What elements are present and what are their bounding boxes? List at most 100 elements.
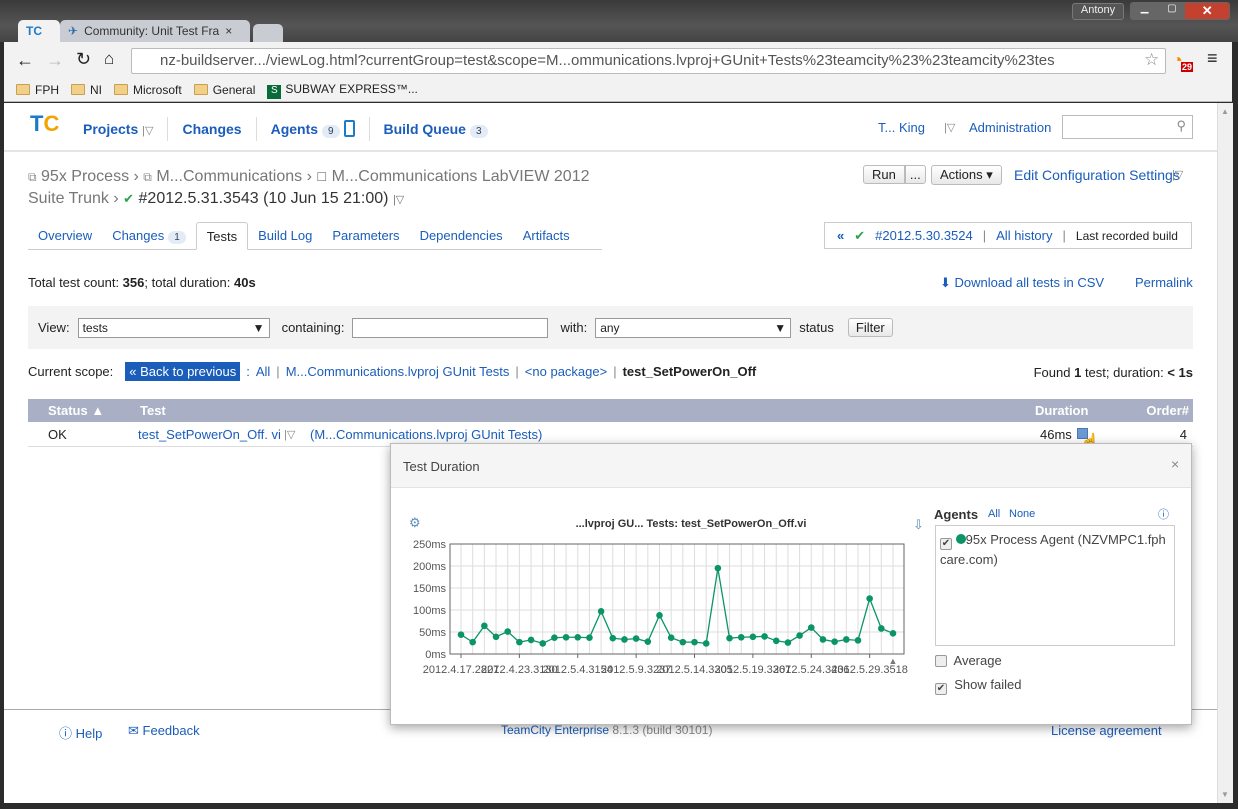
teamcity-logo[interactable]: TC (30, 111, 59, 137)
all-history-link[interactable]: All history (996, 228, 1052, 243)
scope-package-link[interactable]: <no package> (525, 364, 607, 379)
chevron-down-icon[interactable]: |▽ (1172, 168, 1183, 181)
license-link[interactable]: License agreement (1051, 723, 1162, 738)
reload-icon[interactable]: ↻ (76, 49, 91, 70)
tab-dependencies[interactable]: Dependencies (410, 222, 513, 249)
rss-icon[interactable]: ◔ 29 (1172, 50, 1194, 72)
product-link[interactable]: TeamCity Enterprise (501, 723, 609, 737)
column-test[interactable]: Test (140, 403, 166, 418)
run-options-button[interactable]: ... (904, 165, 926, 184)
help-link[interactable]: ⓘ Help (59, 723, 102, 742)
average-option[interactable]: Average (935, 653, 1002, 668)
bookmark-star-icon[interactable]: ☆ (1144, 50, 1159, 70)
address-bar[interactable]: nz-buildserver.../viewLog.html?currentGr… (131, 48, 1166, 74)
page-scrollbar[interactable]: ▲ ▼ (1217, 103, 1233, 803)
ni-favicon: ✈ (68, 24, 79, 38)
home-icon[interactable]: ⌂ (104, 49, 114, 69)
test-duration: 46ms (1040, 427, 1072, 442)
browser-tab-community[interactable]: ✈ Community: Unit Test Fra × (60, 20, 250, 42)
help-icon[interactable]: ⓘ (1158, 506, 1169, 522)
administration-link[interactable]: Administration (969, 120, 1051, 135)
bookmark-subway[interactable]: S SUBWAY EXPRESS™... (267, 82, 418, 99)
breadcrumb-config-cont[interactable]: Suite Trunk (28, 190, 109, 207)
data-point (539, 640, 547, 647)
average-checkbox[interactable] (935, 655, 947, 667)
url-text: nz-buildserver.../viewLog.html?currentGr… (160, 52, 1055, 69)
status-select[interactable]: any ▼ (595, 317, 792, 338)
tab-tests[interactable]: Tests (195, 222, 249, 250)
nav-changes[interactable]: Changes (182, 121, 241, 137)
containing-input[interactable] (352, 317, 549, 338)
breadcrumb: ⧉ 95x Process › ⧉ M...Communications › ☐… (28, 168, 590, 207)
bookmark-general[interactable]: General (193, 83, 255, 97)
previous-build-link[interactable]: #2012.5.30.3524 (875, 228, 973, 243)
minimize-button[interactable]: ▁ (1131, 3, 1159, 19)
show-failed-checkbox[interactable]: ✔ (935, 683, 947, 695)
profile-button[interactable]: Antony (1072, 3, 1124, 20)
agent-status-icon (955, 534, 966, 544)
data-point (516, 638, 523, 646)
breadcrumb-subproject[interactable]: M...Communications (156, 168, 302, 185)
show-failed-option[interactable]: ✔ Show failed (935, 677, 1021, 695)
bookmarks-bar: FPH NI Microsoft General S SUBWAY EXPRESS… (4, 79, 1232, 102)
download-csv-link[interactable]: ⬇ Download all tests in CSV (940, 275, 1104, 291)
filter-bar: View: tests ▼ containing: with: any ▼ stat… (28, 306, 1193, 349)
nav-projects[interactable]: Projects |▽ (83, 121, 153, 137)
close-window-button[interactable]: ✕ (1185, 3, 1229, 19)
dropdown-arrow-icon: ▼ (252, 320, 265, 335)
test-order: 4 (1179, 427, 1187, 442)
tab-overview[interactable]: Overview (28, 222, 102, 249)
new-tab-button[interactable] (253, 24, 283, 42)
browser-tab-teamcity[interactable]: TC (18, 20, 60, 42)
back-to-previous-button[interactable]: « Back to previous (125, 362, 241, 381)
edit-configuration-link[interactable]: Edit Configuration Settings (1014, 167, 1180, 183)
bookmark-fph[interactable]: FPH (16, 83, 59, 97)
test-suite-link[interactable]: (M...Communications.lvproj GUnit Tests) (310, 427, 542, 442)
forward-icon[interactable]: → (46, 50, 64, 71)
menu-icon[interactable]: ≡ (1207, 48, 1218, 69)
chart-title: ...lvproj GU... Tests: test_SetPowerOn_O… (576, 518, 807, 530)
data-point (702, 640, 710, 647)
bookmark-ni[interactable]: NI (71, 83, 102, 97)
tab-artifacts[interactable]: Artifacts (513, 222, 580, 249)
feedback-link[interactable]: ✉ Feedback (128, 723, 200, 739)
test-name-link[interactable]: test_SetPowerOn_Off. vi (138, 427, 281, 442)
nav-agents[interactable]: Agents 9 (271, 120, 355, 138)
data-point (831, 638, 838, 645)
filter-button[interactable]: Filter (847, 318, 893, 337)
chevron-down-icon[interactable]: |▽ (944, 121, 955, 134)
maximize-button[interactable]: ▢ (1158, 3, 1186, 19)
agent-checkbox[interactable]: ✔ (940, 538, 952, 550)
bookmark-microsoft[interactable]: Microsoft (114, 83, 182, 97)
status-label: status (799, 320, 834, 335)
back-icon[interactable]: ← (16, 50, 34, 71)
view-select[interactable]: tests ▼ (77, 317, 270, 338)
column-order[interactable]: Order# (1146, 403, 1189, 418)
permalink[interactable]: Permalink (1135, 275, 1193, 290)
tab-changes[interactable]: Changes 1 (102, 222, 196, 249)
chevron-down-icon[interactable]: |▽ (284, 428, 295, 441)
close-tab-icon[interactable]: × (225, 24, 232, 38)
previous-build-icon[interactable]: « (837, 228, 844, 243)
tab-build-log[interactable]: Build Log (248, 222, 322, 249)
actions-button[interactable]: Actions ▾ (931, 165, 1002, 185)
close-icon[interactable]: × (1171, 456, 1179, 472)
user-menu[interactable]: T... King (878, 120, 925, 135)
nav-build-queue[interactable]: Build Queue 3 (384, 121, 488, 138)
breadcrumb-config[interactable]: M...Communications LabVIEW 2012 (332, 168, 590, 185)
run-button[interactable]: Run (863, 165, 905, 184)
search-input[interactable]: ⚲ (1062, 115, 1193, 139)
data-point (866, 595, 873, 602)
scope-suite-link[interactable]: M...Communications.lvproj GUnit Tests (286, 364, 510, 379)
tab-parameters[interactable]: Parameters (322, 222, 409, 249)
agents-none-link[interactable]: None (1009, 508, 1035, 520)
data-point (551, 634, 558, 642)
column-duration[interactable]: Duration (1035, 403, 1088, 418)
data-point (586, 634, 593, 642)
scope-all-link[interactable]: All (256, 364, 270, 379)
breadcrumb-project[interactable]: 95x Process (41, 168, 129, 185)
agents-all-link[interactable]: All (988, 508, 1000, 520)
chevron-down-icon[interactable]: |▽ (393, 194, 404, 206)
column-status[interactable]: Status ▲ (48, 403, 104, 418)
folder-icon (71, 84, 85, 95)
